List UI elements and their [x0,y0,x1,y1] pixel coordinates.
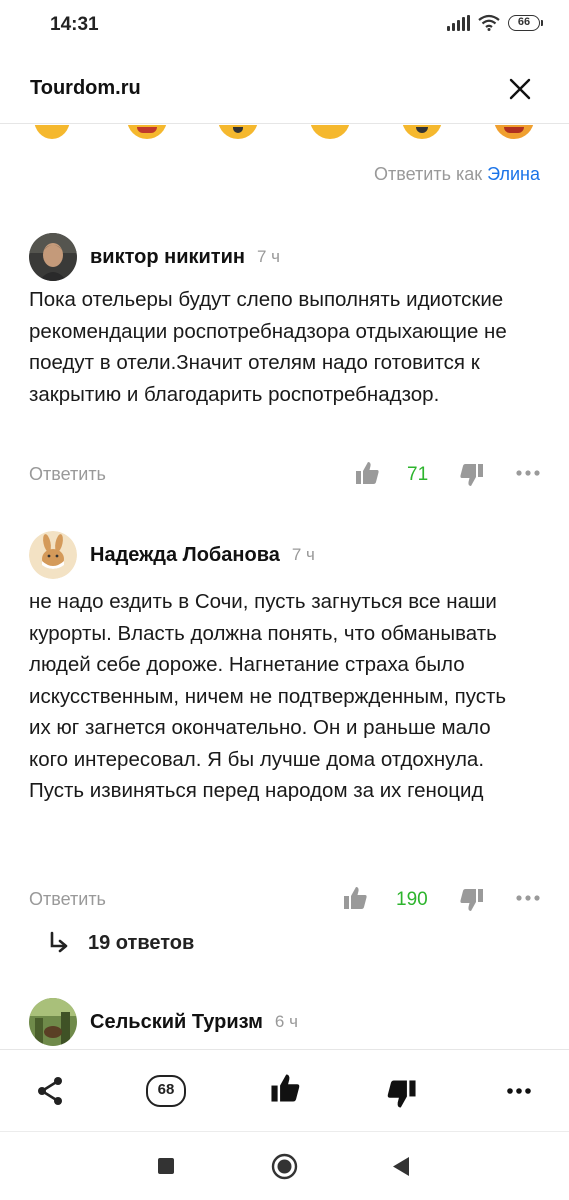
status-bar: 14:31 66 [0,0,569,50]
home-icon[interactable] [271,1153,298,1180]
reaction-emoji[interactable] [494,125,534,139]
comment-actions: Ответить 71 [29,460,541,490]
reply-button[interactable]: Ответить [29,464,106,485]
status-icons: 66 [447,14,543,31]
thumbs-up-icon[interactable] [269,1072,301,1104]
comment-author[interactable]: виктор никитин [90,246,245,269]
comment-text: не надо ездить в Сочи, пусть загнуться в… [29,590,507,802]
reply-as-prefix: Ответить как [374,164,483,184]
more-icon[interactable] [515,468,541,478]
signal-icon [447,14,470,31]
replies-link[interactable]: 19 ответов [48,931,194,955]
share-icon[interactable] [36,1076,64,1106]
comment-actions: Ответить 190 [29,885,541,915]
avatar[interactable] [29,531,77,579]
reply-arrow-icon [50,931,68,953]
system-nav-bar [0,1133,569,1200]
thumbs-up-icon[interactable] [342,885,368,911]
comment-text: Пока отельеры будут слепо выполнять идио… [29,288,507,406]
status-time: 14:31 [50,14,99,35]
reaction-emoji[interactable] [34,125,70,139]
replies-count-label: 19 ответов [88,931,195,954]
thumbs-up-icon[interactable] [354,460,380,486]
wifi-icon [478,14,500,31]
avatar[interactable] [29,233,77,281]
thumbs-down-icon[interactable] [459,887,485,913]
reaction-emoji[interactable] [218,125,258,139]
like-count: 190 [396,889,428,910]
bottom-action-bar: 68 [0,1050,569,1132]
reaction-emoji[interactable] [402,125,442,139]
comment-time: 7 ч [256,247,281,266]
close-icon[interactable] [505,74,535,104]
reactions-strip [0,125,569,141]
battery-level: 66 [508,14,540,31]
comment-header: виктор никитин 7 ч [29,233,280,281]
comment-header: Сельский Туризм 6 ч [29,998,298,1046]
comment-header: Надежда Лобанова 7 ч [29,531,315,579]
comment-author[interactable]: Сельский Туризм [90,1011,263,1034]
comments-icon[interactable]: 68 [146,1075,186,1107]
reply-as-user[interactable]: Элина [487,164,540,184]
comment-author[interactable]: Надежда Лобанова [90,544,280,567]
thumbs-down-icon[interactable] [386,1078,418,1110]
thumbs-down-icon[interactable] [459,462,485,488]
like-count: 71 [407,464,429,485]
back-icon[interactable] [391,1156,411,1177]
comment-time: 6 ч [274,1012,298,1031]
comment-time: 7 ч [291,545,315,564]
reply-as: Ответить как Элина [374,164,540,185]
more-icon[interactable] [505,1086,533,1096]
more-icon[interactable] [515,893,541,903]
avatar[interactable] [29,998,77,1046]
battery-icon: 66 [508,14,543,31]
recent-apps-icon[interactable] [157,1157,175,1175]
reaction-emoji[interactable] [310,125,350,139]
page-title: Tourdom.ru [30,77,141,99]
header: Tourdom.ru [0,60,569,124]
reply-button[interactable]: Ответить [29,889,106,910]
reaction-emoji[interactable] [127,125,167,139]
